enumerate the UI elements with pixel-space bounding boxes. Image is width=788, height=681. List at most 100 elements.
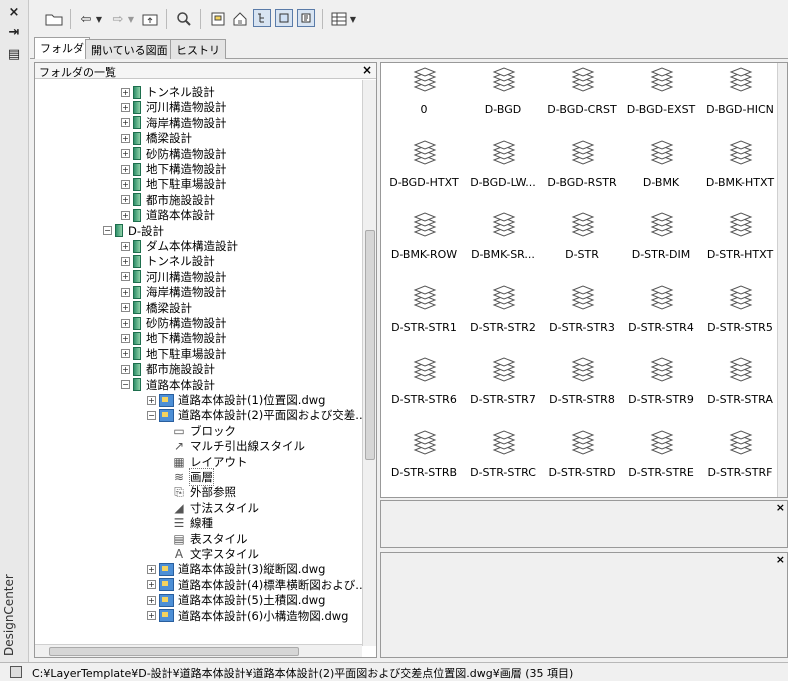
favorites-icon[interactable] (208, 9, 228, 29)
expand-toggle-icon[interactable]: + (121, 210, 130, 220)
tree-scroll-thumb[interactable] (365, 230, 375, 460)
layer-item[interactable]: D-STR-STRF (701, 428, 779, 490)
layer-item[interactable]: D-STR-STR3 (543, 283, 621, 345)
expand-toggle-icon[interactable]: + (121, 256, 130, 266)
close-description-icon[interactable]: × (776, 553, 785, 566)
home-icon[interactable] (230, 9, 250, 29)
layer-item[interactable]: D-STR-STR5 (701, 283, 779, 345)
tree-node[interactable]: + 砂防構造物設計 (121, 146, 227, 162)
tree-node[interactable]: ▦ レイアウト (171, 454, 247, 470)
tree-node[interactable]: + 地下構造物設計 (121, 161, 227, 177)
layer-item[interactable]: D-STR-STR4 (622, 283, 700, 345)
tree-node[interactable]: − 道路本体設計 (121, 377, 215, 393)
expand-toggle-icon[interactable]: + (121, 195, 130, 205)
expand-toggle-icon[interactable]: + (121, 149, 130, 159)
layer-item[interactable]: D-STR-STRB (385, 428, 463, 490)
layer-item[interactable]: D-STR-STR7 (464, 355, 542, 417)
back-icon[interactable]: ⇦ (78, 9, 94, 29)
expand-toggle-icon[interactable]: + (121, 364, 130, 374)
tree-node[interactable]: ▭ ブロック (171, 423, 236, 439)
tree-node[interactable]: + 道路本体設計 (121, 207, 215, 223)
expand-toggle-icon[interactable]: + (121, 303, 130, 313)
tab-open-drawings[interactable]: 開いている図面 (85, 39, 174, 59)
expand-toggle-icon[interactable]: + (121, 318, 130, 328)
tree-node[interactable]: ↗ マルチ引出線スタイル (171, 438, 305, 454)
layer-item[interactable]: D-BGD-HTXT (385, 138, 463, 200)
layer-item[interactable]: D-STR-DIM (622, 210, 700, 272)
expand-toggle-icon[interactable]: − (147, 410, 156, 420)
tree-node[interactable]: + 橋梁設計 (121, 300, 192, 316)
tree-node[interactable]: + 道路本体設計(3)縦断図.dwg (147, 561, 325, 577)
layer-item[interactable]: D-BMK-HTXT (701, 138, 779, 200)
expand-toggle-icon[interactable]: + (147, 595, 156, 605)
close-preview-icon[interactable]: × (776, 501, 785, 514)
tree-node[interactable]: + 河川構造物設計 (121, 269, 227, 285)
layer-item[interactable]: D-BGD-LW... (464, 138, 542, 200)
expand-toggle-icon[interactable]: + (121, 241, 130, 251)
expand-toggle-icon[interactable]: + (147, 580, 156, 590)
expand-toggle-icon[interactable]: + (147, 611, 156, 621)
tree-vertical-scrollbar[interactable] (362, 80, 376, 646)
close-palette-button[interactable]: × (6, 4, 22, 20)
layer-item[interactable]: D-STR-STR2 (464, 283, 542, 345)
tree-node[interactable]: + 道路本体設計(6)小構造物図.dwg (147, 608, 348, 624)
tree-node[interactable]: + 地下構造物設計 (121, 330, 227, 346)
forward-dropdown-icon[interactable]: ▼ (126, 9, 136, 29)
layer-item[interactable]: D-STR-STRE (622, 428, 700, 490)
tree-node[interactable]: + 海岸構造物設計 (121, 115, 227, 131)
layer-item[interactable]: D-STR-STR8 (543, 355, 621, 417)
tree-node[interactable]: + 道路本体設計(1)位置図.dwg (147, 392, 325, 408)
layer-item[interactable]: D-STR (543, 210, 621, 272)
layer-item[interactable]: D-STR-STR1 (385, 283, 463, 345)
expand-toggle-icon[interactable]: + (121, 87, 130, 97)
layer-item[interactable]: D-BGD-HICN (701, 65, 779, 127)
tree-toggle-icon[interactable] (253, 9, 271, 27)
tree-node[interactable]: + 道路本体設計(4)標準横断図および... (147, 577, 362, 593)
expand-toggle-icon[interactable]: + (121, 333, 130, 343)
content-vertical-scrollbar[interactable] (777, 63, 787, 497)
up-icon[interactable] (140, 9, 160, 29)
tree-node[interactable]: + 砂防構造物設計 (121, 315, 227, 331)
forward-icon[interactable]: ⇨ (110, 9, 126, 29)
tree-node[interactable]: A 文字スタイル (171, 546, 259, 562)
expand-toggle-icon[interactable]: − (121, 380, 130, 390)
layer-item[interactable]: D-BMK-ROW (385, 210, 463, 272)
properties-icon[interactable]: ▤ (6, 46, 22, 62)
expand-toggle-icon[interactable]: + (121, 164, 130, 174)
expand-toggle-icon[interactable]: − (103, 226, 112, 236)
tree-node[interactable]: ◢ 寸法スタイル (171, 500, 259, 516)
layer-item[interactable]: D-BGD-EXST (622, 65, 700, 127)
tree-node[interactable]: ≋ 画層 (171, 468, 214, 486)
layer-item[interactable]: D-BGD-RSTR (543, 138, 621, 200)
tree-node[interactable]: − 道路本体設計(2)平面図および交差... (147, 407, 362, 423)
description-icon[interactable] (297, 9, 315, 27)
layer-item[interactable]: D-STR-STRA (701, 355, 779, 417)
expand-toggle-icon[interactable]: + (147, 564, 156, 574)
layer-item[interactable]: D-STR-STRD (543, 428, 621, 490)
tree-node[interactable]: + トンネル設計 (121, 253, 215, 269)
tree-node[interactable]: ▤ 表スタイル (171, 531, 247, 547)
tree-node[interactable]: + ダム本体構造設計 (121, 238, 238, 254)
layer-item[interactable]: D-BMK (622, 138, 700, 200)
tree-node[interactable]: + 都市施設設計 (121, 361, 215, 377)
tree-node[interactable]: + 橋梁設計 (121, 130, 192, 146)
close-icon[interactable]: × (362, 63, 372, 77)
tab-history[interactable]: ヒストリ (170, 39, 226, 59)
views-icon[interactable] (330, 9, 348, 29)
views-dropdown-icon[interactable]: ▼ (348, 9, 358, 29)
tree-node[interactable]: + 河川構造物設計 (121, 99, 227, 115)
tree-node[interactable]: ☰ 線種 (171, 515, 213, 531)
expand-toggle-icon[interactable]: + (121, 118, 130, 128)
autohide-icon[interactable]: ⇥ (6, 24, 22, 40)
expand-toggle-icon[interactable]: + (121, 349, 130, 359)
layer-item[interactable]: D-BGD (464, 65, 542, 127)
tree-node[interactable]: ⎘ 外部参照 (171, 484, 236, 500)
expand-toggle-icon[interactable]: + (121, 272, 130, 282)
layer-item[interactable]: D-BMK-SR... (464, 210, 542, 272)
layer-item[interactable]: D-STR-STRC (464, 428, 542, 490)
expand-toggle-icon[interactable]: + (121, 179, 130, 189)
preview-icon[interactable] (275, 9, 293, 27)
tree-node[interactable]: + 都市施設設計 (121, 192, 215, 208)
tree-node[interactable]: + 道路本体設計(5)土積図.dwg (147, 592, 325, 608)
open-folder-icon[interactable] (44, 9, 64, 29)
